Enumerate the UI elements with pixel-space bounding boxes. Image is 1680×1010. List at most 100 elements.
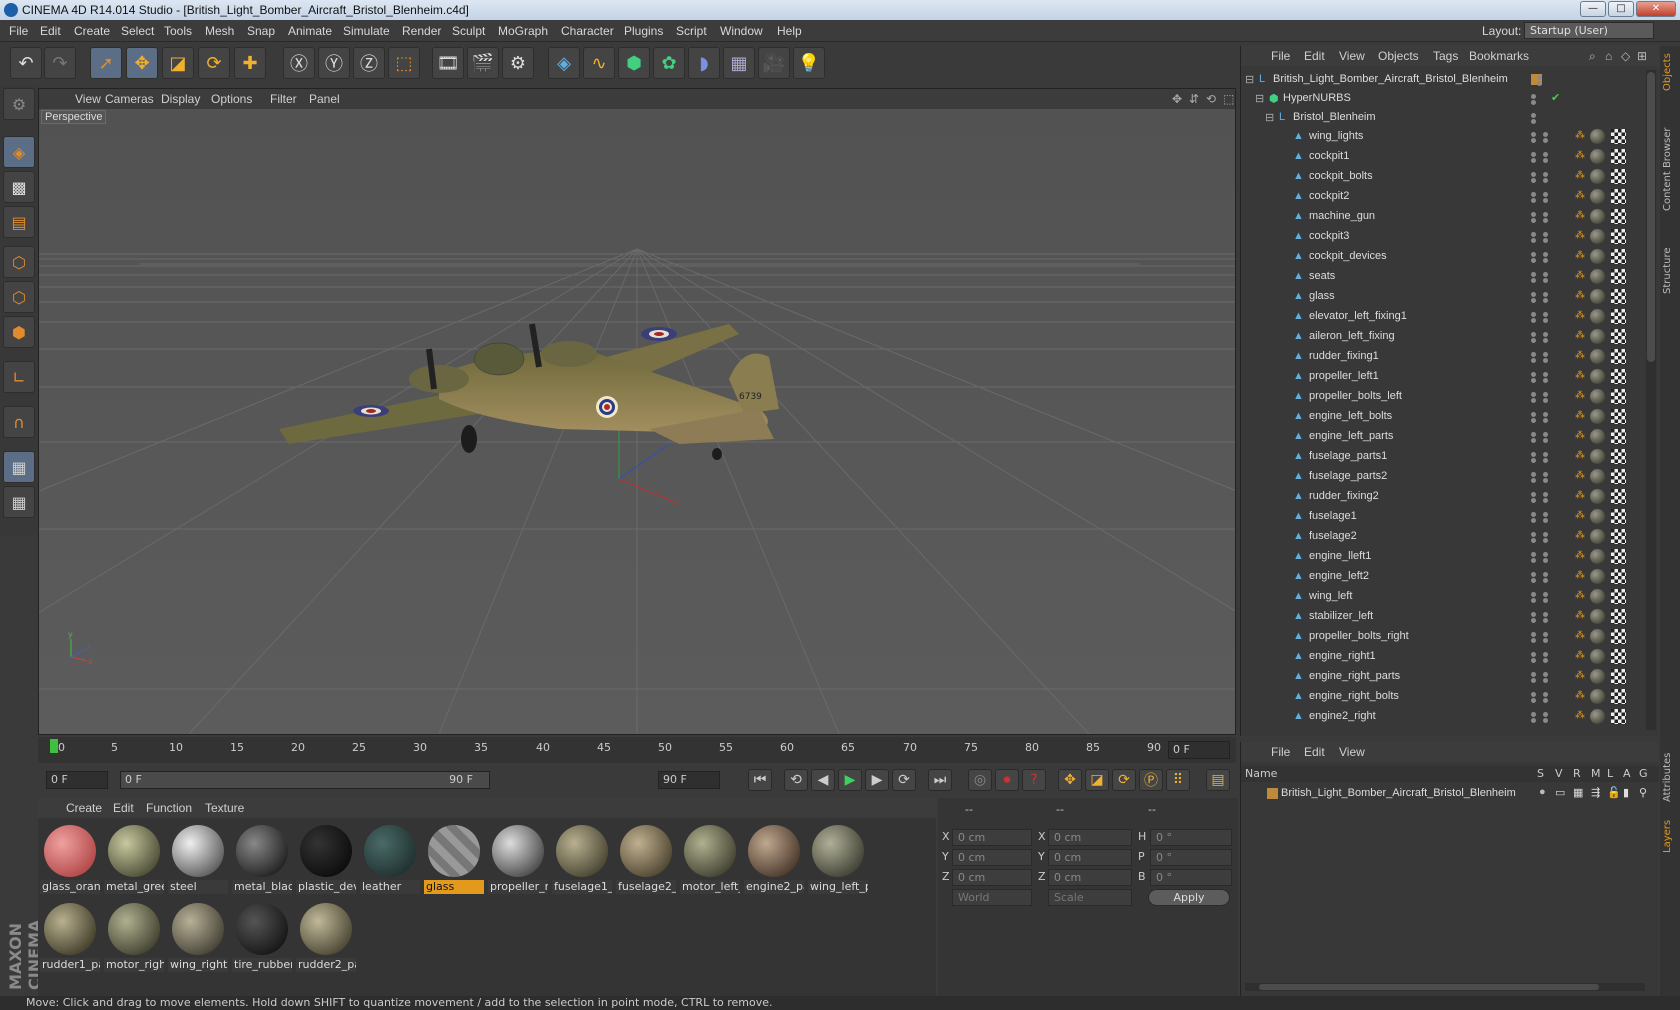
planar-workplane-icon[interactable]: ▦ bbox=[3, 486, 35, 518]
vp-move-icon[interactable]: ✥ bbox=[1172, 92, 1182, 106]
tab-structure[interactable]: Structure bbox=[1662, 242, 1678, 300]
material-tag-icon[interactable] bbox=[1590, 509, 1605, 524]
phong-tag-icon[interactable]: ⁂ bbox=[1575, 450, 1587, 464]
cube-icon[interactable]: ◈ bbox=[548, 47, 580, 79]
object-row[interactable]: ▲ fuselage_parts1 ⁂ bbox=[1241, 447, 1645, 467]
material-tag-icon[interactable] bbox=[1590, 429, 1605, 444]
visibility-dots[interactable] bbox=[1531, 252, 1549, 263]
material-tag-icon[interactable] bbox=[1590, 329, 1605, 344]
obj-menu-bookmarks[interactable]: Bookmarks bbox=[1469, 49, 1529, 63]
uvw-tag-icon[interactable] bbox=[1611, 189, 1626, 204]
render-view-icon[interactable]: 🎞 bbox=[432, 47, 464, 79]
material-swatch[interactable]: plastic_dev bbox=[296, 822, 356, 896]
nurbs-icon[interactable]: ⬢ bbox=[618, 47, 650, 79]
object-row[interactable]: ▲ cockpit_devices ⁂ bbox=[1241, 247, 1645, 267]
texture-mode-icon[interactable]: ▩ bbox=[3, 171, 35, 203]
layer-hscrollbar[interactable] bbox=[1245, 983, 1645, 991]
timeline-window-icon[interactable]: ▤ bbox=[1206, 769, 1230, 791]
key-position-icon[interactable]: ✥ bbox=[1058, 769, 1082, 791]
vp-zoom-icon[interactable]: ⇵ bbox=[1189, 92, 1199, 106]
layout-select[interactable]: Startup (User) bbox=[1524, 22, 1654, 39]
phong-tag-icon[interactable]: ⁂ bbox=[1575, 590, 1587, 604]
visibility-dots[interactable] bbox=[1531, 652, 1549, 663]
key-rotation-icon[interactable]: ⟳ bbox=[1112, 769, 1136, 791]
vp-menu-cameras[interactable]: Cameras bbox=[105, 92, 154, 106]
render-picture-viewer-icon[interactable]: 🎬 bbox=[467, 47, 499, 79]
phong-tag-icon[interactable]: ⁂ bbox=[1575, 230, 1587, 244]
model-mode-icon[interactable]: ◈ bbox=[3, 136, 35, 168]
y-axis-icon[interactable]: Ⓨ bbox=[318, 47, 350, 79]
uvw-tag-icon[interactable] bbox=[1611, 689, 1626, 704]
material-tag-icon[interactable] bbox=[1590, 449, 1605, 464]
phong-tag-icon[interactable]: ⁂ bbox=[1575, 150, 1587, 164]
material-tag-icon[interactable] bbox=[1590, 189, 1605, 204]
vp-menu-filter[interactable]: Filter bbox=[270, 92, 297, 106]
uvw-tag-icon[interactable] bbox=[1611, 389, 1626, 404]
vp-menu-display[interactable]: Display bbox=[161, 92, 200, 106]
minimize-button[interactable]: — bbox=[1580, 1, 1606, 17]
object-row[interactable]: ▲ engine2_right ⁂ bbox=[1241, 707, 1645, 727]
phong-tag-icon[interactable]: ⁂ bbox=[1575, 250, 1587, 264]
visibility-dots[interactable] bbox=[1531, 672, 1549, 683]
light-icon[interactable]: 💡 bbox=[793, 47, 825, 79]
obj-menu-edit[interactable]: Edit bbox=[1304, 49, 1325, 63]
uvw-tag-icon[interactable] bbox=[1611, 429, 1626, 444]
uvw-tag-icon[interactable] bbox=[1611, 149, 1626, 164]
visibility-dots[interactable] bbox=[1531, 412, 1549, 423]
layer-lock-icon[interactable]: 🔓 bbox=[1607, 786, 1621, 799]
visibility-dots[interactable] bbox=[1531, 572, 1549, 583]
phong-tag-icon[interactable]: ⁂ bbox=[1575, 710, 1587, 724]
next-frame-icon[interactable]: ▶ bbox=[865, 769, 889, 791]
layer-icon[interactable]: ◇ bbox=[1621, 49, 1630, 63]
material-tag-icon[interactable] bbox=[1590, 149, 1605, 164]
material-swatch[interactable]: glass bbox=[424, 822, 484, 896]
material-tag-icon[interactable] bbox=[1590, 389, 1605, 404]
object-row[interactable]: ▲ engine_left2 ⁂ bbox=[1241, 567, 1645, 587]
visibility-dots[interactable] bbox=[1531, 692, 1549, 703]
uvw-tag-icon[interactable] bbox=[1611, 449, 1626, 464]
material-swatch[interactable]: tire_rubber bbox=[232, 900, 292, 974]
visibility-dots[interactable] bbox=[1531, 352, 1549, 363]
material-swatch[interactable]: wing_right bbox=[168, 900, 228, 974]
visibility-dots[interactable] bbox=[1531, 532, 1549, 543]
object-row[interactable]: ▲ rudder_fixing1 ⁂ bbox=[1241, 347, 1645, 367]
material-tag-icon[interactable] bbox=[1590, 409, 1605, 424]
menu-file[interactable]: File bbox=[9, 24, 28, 38]
phong-tag-icon[interactable]: ⁂ bbox=[1575, 130, 1587, 144]
play-icon[interactable]: ▶ bbox=[838, 769, 862, 791]
object-row[interactable]: ▲ engine_right_parts ⁂ bbox=[1241, 667, 1645, 687]
phong-tag-icon[interactable]: ⁂ bbox=[1575, 550, 1587, 564]
key-scale-icon[interactable]: ◪ bbox=[1085, 769, 1109, 791]
material-tag-icon[interactable] bbox=[1590, 289, 1605, 304]
material-tag-icon[interactable] bbox=[1590, 629, 1605, 644]
uvw-tag-icon[interactable] bbox=[1611, 549, 1626, 564]
material-tag-icon[interactable] bbox=[1590, 129, 1605, 144]
goto-start-icon[interactable]: ⏮ bbox=[748, 769, 772, 791]
material-swatch[interactable]: engine2_pa bbox=[744, 822, 804, 896]
tab-layers[interactable]: Layers bbox=[1662, 812, 1678, 860]
menu-select[interactable]: Select bbox=[121, 24, 154, 38]
phong-tag-icon[interactable]: ⁂ bbox=[1575, 310, 1587, 324]
phong-tag-icon[interactable]: ⁂ bbox=[1575, 350, 1587, 364]
search-icon[interactable]: ⌕ bbox=[1589, 49, 1596, 64]
layer-hscroll-thumb[interactable] bbox=[1259, 984, 1599, 990]
deformer-icon[interactable]: ◗ bbox=[688, 47, 720, 79]
phong-tag-icon[interactable]: ⁂ bbox=[1575, 630, 1587, 644]
material-swatch[interactable]: leather bbox=[360, 822, 420, 896]
phong-tag-icon[interactable]: ⁂ bbox=[1575, 670, 1587, 684]
mat-menu-texture[interactable]: Texture bbox=[205, 801, 244, 815]
mat-menu-function[interactable]: Function bbox=[146, 801, 192, 815]
render-settings-icon[interactable]: ⚙ bbox=[502, 47, 534, 79]
material-tag-icon[interactable] bbox=[1590, 569, 1605, 584]
object-row-root[interactable]: ⊟ L British_Light_Bomber_Aircraft_Bristol_… bbox=[1241, 70, 1645, 90]
visibility-dots[interactable] bbox=[1531, 492, 1549, 503]
size-x-field[interactable]: 0 cm bbox=[1048, 829, 1132, 846]
phong-tag-icon[interactable]: ⁂ bbox=[1575, 170, 1587, 184]
menu-snap[interactable]: Snap bbox=[247, 24, 275, 38]
visibility-dots[interactable] bbox=[1531, 272, 1549, 283]
timeline-ruler[interactable]: 0 5 10 15 20 25 30 35 40 45 50 55 60 65 … bbox=[38, 737, 1236, 763]
material-swatch[interactable]: propeller_r bbox=[488, 822, 548, 896]
phong-tag-icon[interactable]: ⁂ bbox=[1575, 610, 1587, 624]
uvw-tag-icon[interactable] bbox=[1611, 469, 1626, 484]
vp-menu-panel[interactable]: Panel bbox=[309, 92, 340, 106]
